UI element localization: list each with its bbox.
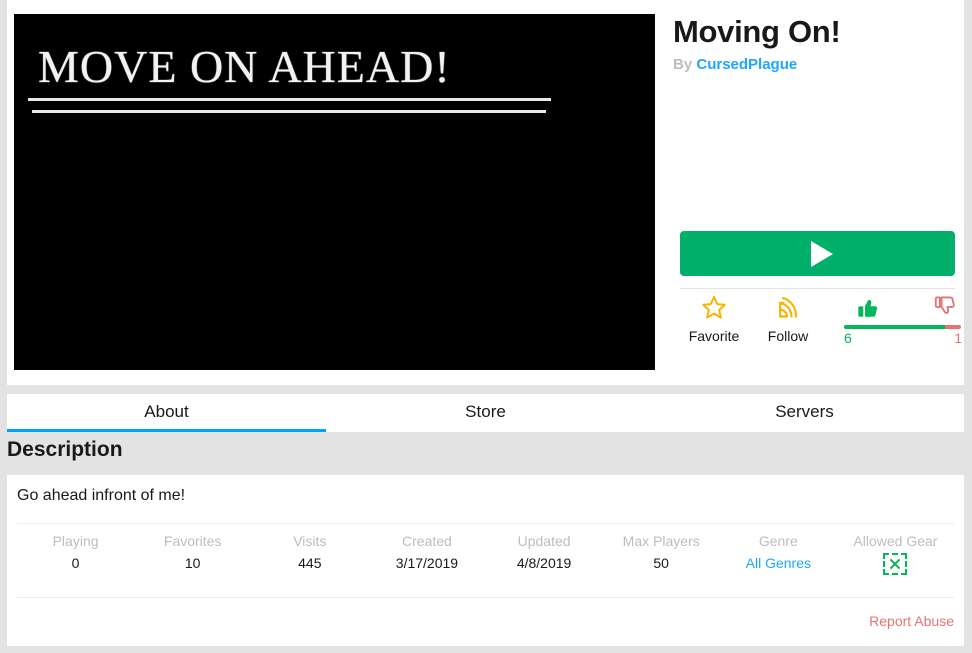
tab-bar: About Store Servers	[7, 394, 964, 432]
stat-value: 3/17/2019	[395, 555, 459, 571]
vote-bar-up	[844, 325, 945, 329]
stat-label: Playing	[52, 533, 99, 549]
stats-divider-bottom	[17, 597, 954, 598]
upvote-count: 6	[844, 330, 852, 346]
stats-row: Playing 0 Favorites 10 Visits 445 Create…	[17, 533, 954, 580]
stats-divider-top	[17, 523, 954, 524]
stat-favorites: Favorites 10	[134, 533, 251, 580]
stat-visits: Visits 445	[251, 533, 368, 580]
author-link[interactable]: CursedPlague	[696, 56, 797, 73]
stat-label: Updated	[517, 533, 571, 549]
vote-bar-down	[944, 325, 961, 329]
game-header-card: MOVE ON AHEAD! Moving On! By CursedPlagu…	[7, 0, 964, 385]
gear-disallowed-icon[interactable]	[883, 553, 908, 575]
play-triangle-icon	[810, 240, 833, 267]
stat-genre: Genre All Genres	[720, 533, 837, 580]
game-details-panel: Moving On! By CursedPlague Favorite Foll…	[673, 0, 963, 385]
stat-label: Favorites	[163, 533, 222, 549]
stat-updated: Updated 4/8/2019	[486, 533, 603, 580]
game-thumbnail[interactable]: MOVE ON AHEAD!	[14, 14, 655, 370]
stat-playing: Playing 0	[17, 533, 134, 580]
play-button[interactable]	[680, 231, 955, 276]
stat-value: 10	[184, 555, 201, 571]
stat-label: Visits	[293, 533, 327, 549]
description-header-band: Description	[0, 435, 972, 467]
follow-label: Follow	[767, 328, 809, 344]
byline-prefix: By	[673, 56, 693, 73]
thumbnail-rule-bottom	[32, 110, 546, 113]
description-header-title: Description	[7, 438, 123, 461]
stat-allowed-gear: Allowed Gear	[837, 533, 954, 580]
stat-value: 0	[71, 555, 80, 571]
stat-label: Created	[402, 533, 452, 549]
stat-label: Allowed Gear	[853, 533, 938, 549]
stat-max-players: Max Players 50	[603, 533, 720, 580]
thumbnail-rule-top	[28, 98, 551, 101]
thumbs-up-icon[interactable]	[854, 294, 880, 325]
thumbnail-title-text: MOVE ON AHEAD!	[38, 41, 451, 92]
stat-label: Max Players	[622, 533, 700, 549]
description-card: Go ahead infront of me! Playing 0 Favori…	[7, 475, 964, 646]
stat-label: Genre	[758, 533, 798, 549]
game-byline: By CursedPlague	[673, 56, 797, 73]
action-divider	[680, 288, 955, 289]
game-details-page: MOVE ON AHEAD! Moving On! By CursedPlagu…	[0, 0, 972, 653]
star-outline-icon	[680, 294, 748, 322]
stat-value: 50	[653, 555, 669, 571]
stat-value: 4/8/2019	[516, 555, 572, 571]
vote-ratio-bar	[844, 325, 961, 329]
page-title: Moving On!	[673, 14, 841, 49]
tab-store[interactable]: Store	[326, 394, 645, 432]
favorite-button[interactable]: Favorite	[680, 292, 748, 344]
genre-link[interactable]: All Genres	[720, 555, 837, 571]
description-body: Go ahead infront of me!	[17, 487, 186, 504]
favorite-label: Favorite	[688, 328, 740, 344]
thumbs-down-icon[interactable]	[932, 294, 958, 325]
rss-follow-icon	[754, 294, 822, 322]
vote-widget: 6 1	[840, 292, 964, 350]
report-abuse-link[interactable]: Report Abuse	[869, 613, 954, 629]
stat-value: 445	[298, 555, 322, 571]
tab-servers[interactable]: Servers	[645, 394, 964, 432]
action-row: Favorite Follow 6 1	[680, 292, 963, 352]
downvote-count: 1	[954, 330, 962, 346]
stat-created: Created 3/17/2019	[368, 533, 485, 580]
tab-about[interactable]: About	[7, 394, 326, 432]
follow-button[interactable]: Follow	[754, 292, 822, 344]
